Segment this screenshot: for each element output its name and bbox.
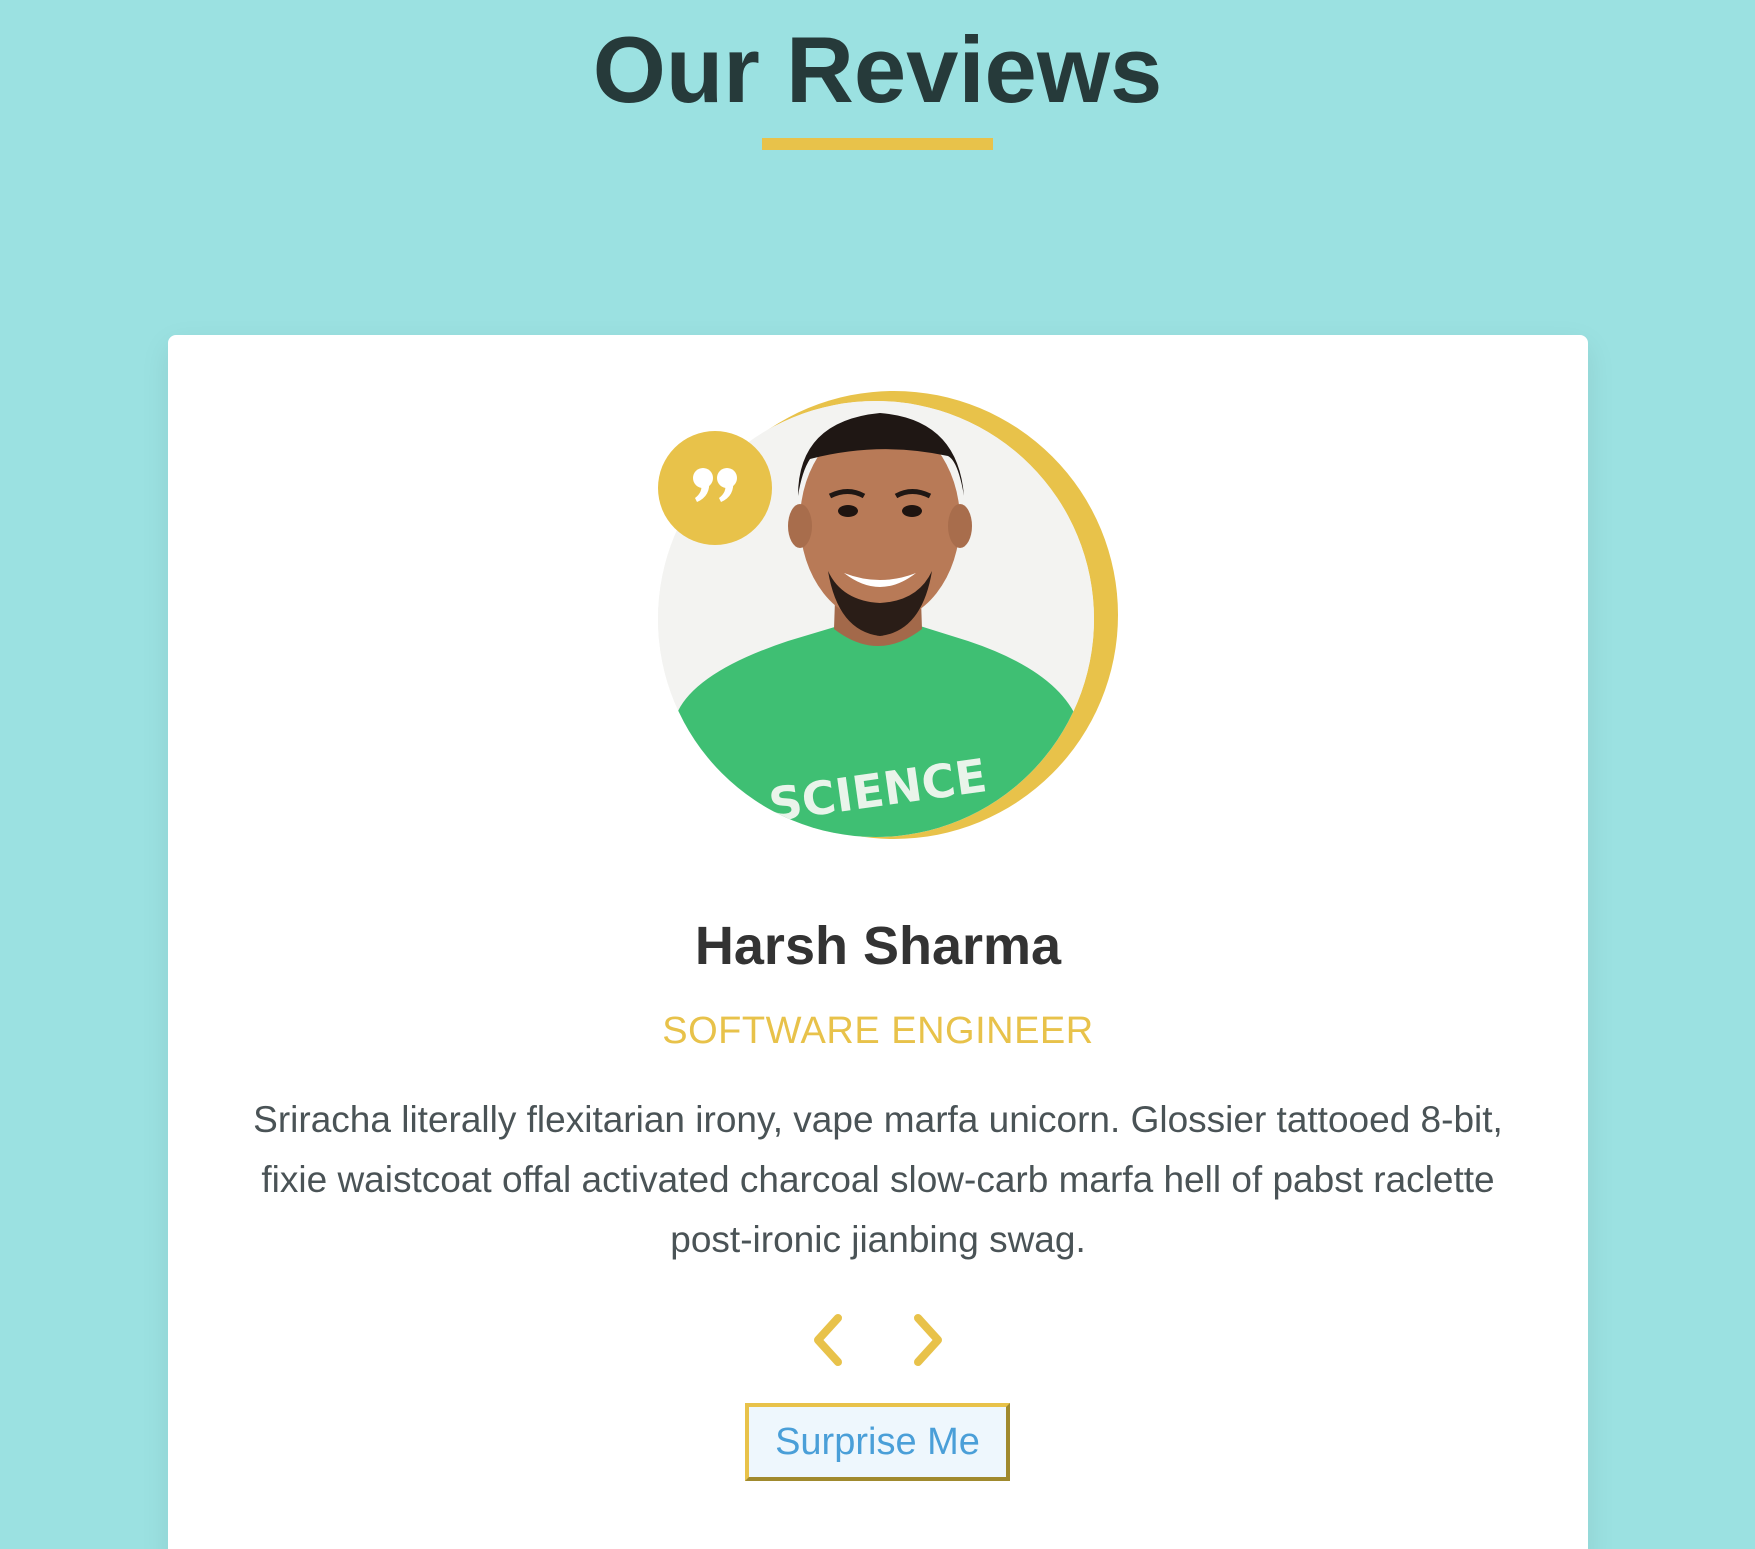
chevron-left-icon xyxy=(814,1314,842,1366)
review-navigation xyxy=(168,1305,1588,1375)
prev-button[interactable] xyxy=(798,1305,858,1375)
quote-badge xyxy=(658,431,772,545)
reviewer-job: SOFTWARE ENGINEER xyxy=(662,1010,1094,1052)
avatar-container: SCIENCE xyxy=(658,391,1118,851)
reviewer-name: Harsh Sharma xyxy=(694,916,1062,976)
next-button[interactable] xyxy=(898,1305,958,1375)
review-text: Sriracha literally flexitarian irony, va… xyxy=(253,1099,1503,1260)
chevron-right-icon xyxy=(914,1314,942,1366)
reviews-page: Our Reviews SCIENCE Harsh Sharma SOFTWAR… xyxy=(0,0,1755,1549)
title-underline xyxy=(762,138,993,150)
quote-icon xyxy=(691,466,739,511)
page-title: Our Reviews xyxy=(592,17,1163,122)
surprise-me-button[interactable]: Surprise Me xyxy=(745,1403,1010,1481)
review-card: SCIENCE Harsh Sharma SOFTWARE ENGINEER S… xyxy=(168,335,1588,1549)
